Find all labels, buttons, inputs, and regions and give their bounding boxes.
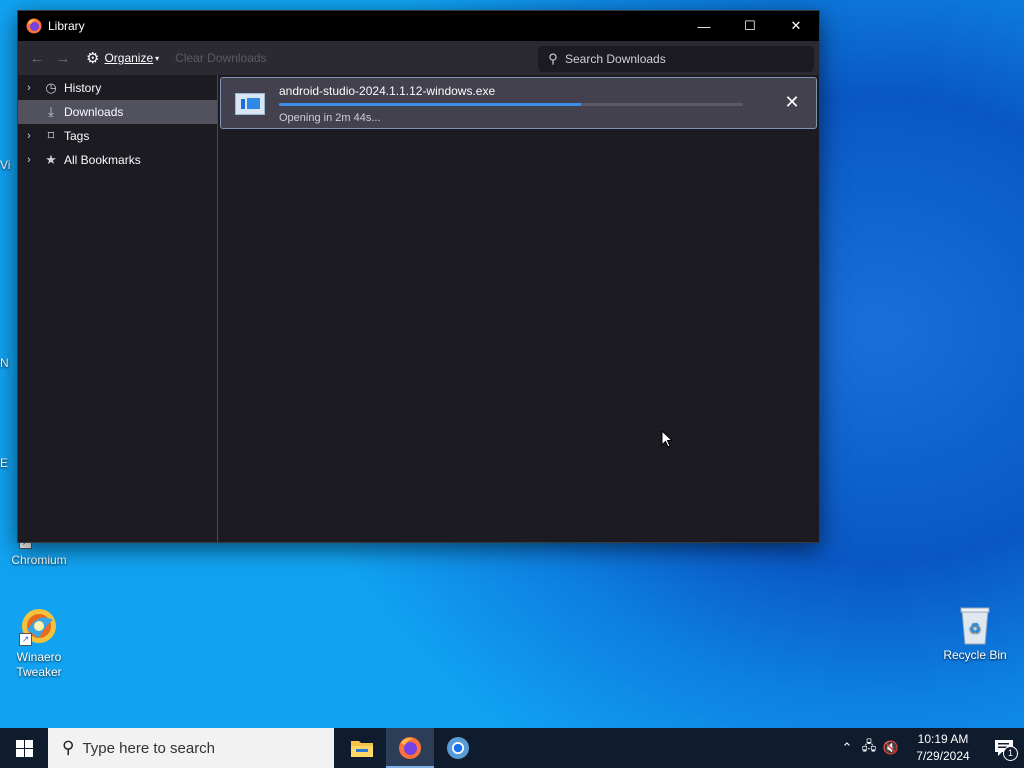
clock[interactable]: 10:19 AM 7/29/2024 bbox=[908, 731, 978, 765]
search-input[interactable] bbox=[563, 51, 813, 67]
search-downloads-field[interactable]: ⚲ bbox=[538, 46, 814, 72]
firefox-icon bbox=[399, 737, 421, 759]
clock-date: 7/29/2024 bbox=[916, 749, 970, 763]
tag-icon: ⌑ bbox=[47, 128, 55, 143]
downloads-list: android-studio-2024.1.1.12-windows.exe O… bbox=[218, 75, 819, 542]
sidebar-item-tags[interactable]: › ⌑ Tags bbox=[18, 124, 217, 148]
desktop-icon-recycle-bin[interactable]: ♻ Recycle Bin bbox=[939, 604, 1011, 663]
download-item[interactable]: android-studio-2024.1.1.12-windows.exe O… bbox=[220, 77, 817, 129]
network-icon[interactable]: 🖧 bbox=[858, 737, 880, 759]
file-icon bbox=[235, 93, 265, 115]
volume-muted-icon[interactable]: 🔇 bbox=[880, 740, 902, 756]
desktop-icon-label: Recycle Bin bbox=[943, 648, 1007, 662]
taskbar-firefox[interactable] bbox=[386, 728, 434, 768]
folder-icon bbox=[351, 741, 373, 757]
taskbar: ⚲ Type here to search ⌃ 🖧 🔇 10:19 AM 7/2… bbox=[0, 728, 1024, 768]
forward-arrow-icon: → bbox=[55, 49, 71, 67]
chevron-right-icon[interactable]: › bbox=[22, 154, 36, 166]
action-center-button[interactable]: 1 bbox=[984, 728, 1024, 768]
taskbar-file-explorer[interactable] bbox=[338, 728, 386, 768]
taskbar-chromium[interactable] bbox=[434, 728, 482, 768]
sidebar-item-label: Tags bbox=[64, 129, 90, 143]
library-window: Library — ☐ ✕ ← → ⚙ Organize ▾ Clear Dow… bbox=[17, 10, 820, 543]
sidebar-item-history[interactable]: › ◷ History bbox=[18, 76, 217, 100]
sidebar-item-downloads[interactable]: ⤓ Downloads bbox=[18, 100, 217, 124]
forward-button[interactable]: → bbox=[50, 45, 76, 71]
maximize-button[interactable]: ☐ bbox=[727, 11, 773, 41]
gear-icon: ⚙ bbox=[86, 50, 100, 67]
taskbar-search-box[interactable]: ⚲ Type here to search bbox=[48, 728, 334, 768]
star-icon: ★ bbox=[45, 152, 57, 167]
back-button[interactable]: ← bbox=[24, 45, 50, 71]
recycle-bin-icon: ♻ bbox=[955, 604, 995, 645]
chevron-up-icon[interactable]: ⌃ bbox=[836, 740, 858, 756]
library-content: › ◷ History ⤓ Downloads › ⌑ Tags › ★ All… bbox=[18, 75, 819, 542]
chevron-right-icon[interactable]: › bbox=[22, 130, 36, 142]
taskbar-search-placeholder: Type here to search bbox=[82, 739, 216, 757]
organize-label: Organize bbox=[104, 51, 154, 65]
search-icon: ⚲ bbox=[62, 738, 75, 757]
download-progress-fill bbox=[279, 103, 581, 106]
download-icon: ⤓ bbox=[48, 104, 54, 119]
history-icon: ◷ bbox=[45, 80, 57, 95]
chevron-right-icon[interactable]: › bbox=[22, 82, 36, 94]
desktop-icon-label: Chromium bbox=[11, 553, 67, 567]
cancel-download-button[interactable]: ✕ bbox=[782, 92, 802, 112]
firefox-icon bbox=[26, 18, 42, 34]
system-tray: ⌃ 🖧 🔇 10:19 AM 7/29/2024 1 bbox=[836, 728, 1024, 768]
shortcut-arrow-icon: ↗ bbox=[19, 633, 32, 646]
sidebar-item-all-bookmarks[interactable]: › ★ All Bookmarks bbox=[18, 148, 217, 172]
chromium-icon bbox=[447, 737, 469, 759]
close-button[interactable]: ✕ bbox=[773, 11, 819, 41]
search-icon: ⚲ bbox=[548, 51, 558, 66]
minimize-button[interactable]: — bbox=[681, 11, 727, 41]
title-bar[interactable]: Library — ☐ ✕ bbox=[18, 11, 819, 41]
start-button[interactable] bbox=[0, 728, 48, 768]
winaero-tweaker-icon: ↗ bbox=[19, 606, 59, 646]
desktop-icon-winaero-tweaker[interactable]: ↗ Winaero Tweaker bbox=[3, 606, 75, 680]
close-icon: ✕ bbox=[784, 91, 800, 112]
sidebar-item-label: All Bookmarks bbox=[64, 153, 141, 167]
sidebar-item-label: Downloads bbox=[64, 105, 124, 119]
organize-button[interactable]: ⚙ Organize ▾ bbox=[86, 49, 159, 67]
notification-count-badge: 1 bbox=[1003, 746, 1018, 761]
desktop-icon-label: Winaero Tweaker bbox=[16, 650, 62, 679]
download-status: Opening in 2m 44s... bbox=[279, 112, 381, 124]
sidebar-item-label: History bbox=[64, 81, 102, 95]
chevron-down-icon: ▾ bbox=[155, 53, 160, 63]
back-arrow-icon: ← bbox=[29, 49, 45, 67]
window-title: Library bbox=[48, 19, 85, 33]
clock-time: 10:19 AM bbox=[917, 732, 969, 746]
download-filename: android-studio-2024.1.1.12-windows.exe bbox=[279, 84, 496, 98]
clear-downloads-button[interactable]: Clear Downloads bbox=[175, 51, 266, 65]
windows-logo-icon bbox=[15, 739, 33, 757]
svg-text:♻: ♻ bbox=[969, 621, 982, 637]
mouse-cursor-icon bbox=[661, 430, 673, 448]
download-progress-bar bbox=[279, 103, 743, 106]
sidebar: › ◷ History ⤓ Downloads › ⌑ Tags › ★ All… bbox=[18, 75, 218, 542]
